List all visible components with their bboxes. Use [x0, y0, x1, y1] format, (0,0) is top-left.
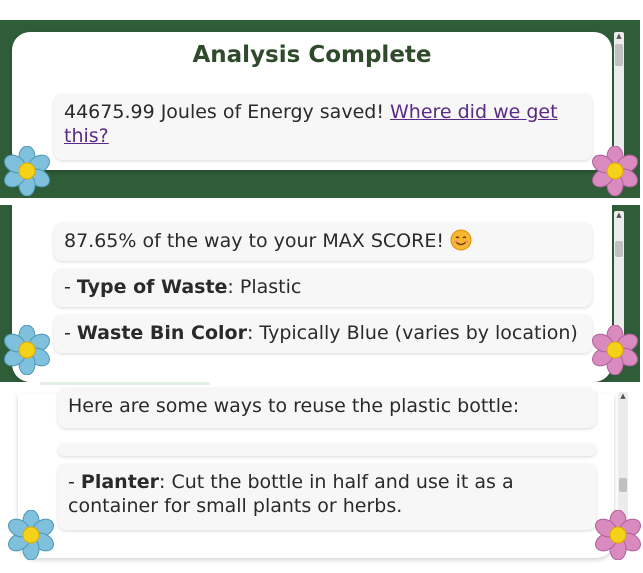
- reuse-intro-text: Here are some ways to reuse the plastic …: [68, 395, 520, 417]
- empty-message: [58, 444, 596, 456]
- scroll-up-arrow-icon[interactable]: ▲: [614, 32, 624, 40]
- energy-text: 44675.99 Joules of Energy saved!: [64, 101, 390, 123]
- results-card: 87.65% of the way to your MAX SCORE! - T…: [12, 205, 612, 382]
- bin-color-value: : Typically Blue (varies by location): [246, 322, 578, 344]
- panel-results: 87.65% of the way to your MAX SCORE! - T…: [0, 205, 640, 382]
- reuse-intro-message: Here are some ways to reuse the plastic …: [58, 388, 596, 428]
- scroll-up-arrow-icon[interactable]: ▲: [618, 392, 628, 400]
- pink-flower-icon: [590, 146, 640, 196]
- scroll-up-arrow-icon[interactable]: ▲: [614, 211, 624, 219]
- smiling-face-emoji-icon: [450, 229, 472, 251]
- bullet-prefix: -: [68, 471, 81, 493]
- analysis-card: Analysis Complete 44675.99 Joules of Ene…: [12, 32, 612, 170]
- panel-analysis: Analysis Complete 44675.99 Joules of Ene…: [0, 20, 640, 198]
- pink-flower-icon: [590, 325, 640, 375]
- score-text: 87.65% of the way to your MAX SCORE!: [64, 230, 444, 252]
- blue-flower-icon: [2, 325, 52, 375]
- waste-type-message: - Type of Waste: Plastic: [54, 269, 592, 307]
- score-message: 87.65% of the way to your MAX SCORE!: [54, 223, 592, 261]
- bullet-prefix: -: [64, 276, 77, 298]
- bullet-prefix: -: [64, 322, 77, 344]
- reuse-card: Here are some ways to reuse the plastic …: [18, 388, 614, 558]
- planter-label: Planter: [80, 471, 160, 493]
- waste-type-label: Type of Waste: [76, 276, 228, 298]
- blue-flower-icon: [6, 510, 56, 560]
- bin-color-message: - Waste Bin Color: Typically Blue (varie…: [54, 315, 592, 353]
- divider: [40, 382, 210, 385]
- scrollbar-thumb[interactable]: [615, 241, 623, 257]
- blue-flower-icon: [2, 146, 52, 196]
- bin-color-label: Waste Bin Color: [76, 322, 247, 344]
- scrollbar-thumb[interactable]: [619, 478, 627, 492]
- energy-message: 44675.99 Joules of Energy saved! Where d…: [54, 94, 592, 160]
- panel-reuse: Here are some ways to reuse the plastic …: [0, 382, 643, 573]
- waste-type-value: : Plastic: [227, 276, 302, 298]
- pink-flower-icon: [593, 510, 643, 560]
- scrollbar-thumb[interactable]: [615, 44, 623, 66]
- planter-message: - Planter: Cut the bottle in half and us…: [58, 464, 596, 530]
- page-title: Analysis Complete: [192, 42, 432, 68]
